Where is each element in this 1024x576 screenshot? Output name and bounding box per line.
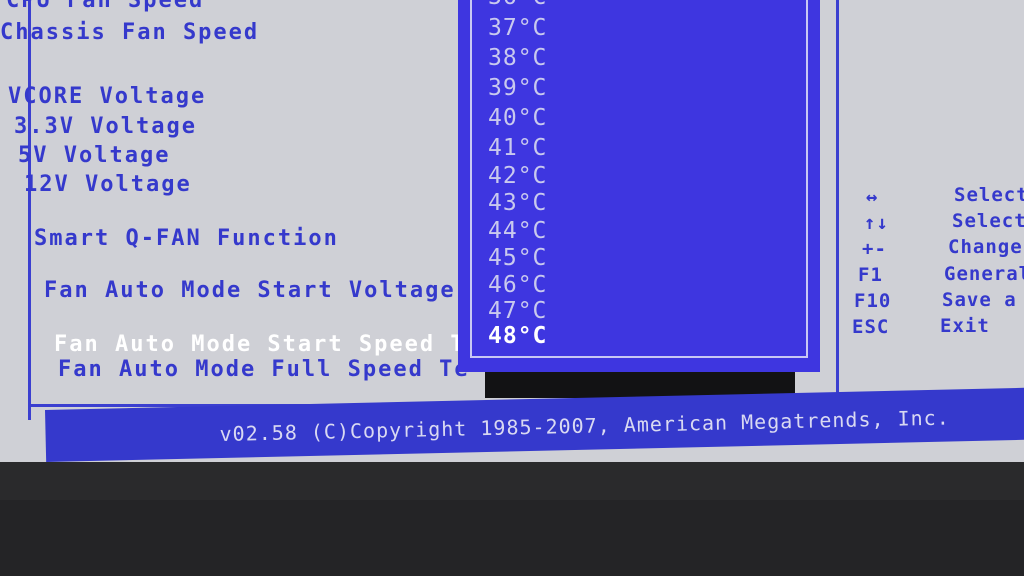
temp-option[interactable]: 46°C: [488, 272, 547, 298]
temp-option[interactable]: 42°C: [488, 163, 547, 189]
help-text-save: Save a: [942, 289, 1017, 311]
help-key-f1: F1: [858, 264, 883, 286]
help-text-change: Change: [948, 236, 1023, 258]
setting-chassis-fan-speed[interactable]: Chassis Fan Speed: [0, 20, 259, 45]
setting-cpu-fan-speed[interactable]: CPU Fan Speed: [6, 0, 204, 13]
bios-screen: CPU Fan Speed Chassis Fan Speed VCORE Vo…: [0, 0, 1024, 470]
help-text-exit: Exit: [940, 315, 990, 337]
help-text-general: General: [944, 263, 1024, 285]
temp-option[interactable]: 37°C: [488, 15, 547, 41]
copyright-footer: v02.58 (C)Copyright 1985-2007, American …: [45, 387, 1024, 462]
setting-fan-start-voltage[interactable]: Fan Auto Mode Start Voltage: [44, 278, 456, 303]
setting-vcore-voltage[interactable]: VCORE Voltage: [8, 84, 206, 109]
help-key-esc: ESC: [852, 316, 890, 338]
help-key-f10: F10: [854, 290, 892, 312]
help-key-left-right: ↔: [866, 186, 879, 208]
help-key-up-down: ↑↓: [864, 212, 889, 234]
help-text-select-screen: Select: [954, 184, 1024, 206]
help-key-plus-minus: +-: [862, 238, 887, 260]
setting-12v-voltage[interactable]: 12V Voltage: [24, 172, 192, 197]
temp-option[interactable]: 36°C: [488, 0, 547, 10]
setting-fan-start-speed-temp[interactable]: Fan Auto Mode Start Speed T: [54, 332, 466, 357]
temp-option[interactable]: 44°C: [488, 218, 547, 244]
temp-option[interactable]: 38°C: [488, 45, 547, 71]
temp-option[interactable]: 40°C: [488, 105, 547, 131]
setting-3v3-voltage[interactable]: 3.3V Voltage: [14, 114, 197, 139]
help-panel-divider: [836, 0, 839, 405]
setting-fan-full-speed-temp[interactable]: Fan Auto Mode Full Speed Te: [58, 357, 470, 382]
setting-5v-voltage[interactable]: 5V Voltage: [18, 143, 170, 168]
temp-option[interactable]: 47°C: [488, 298, 547, 324]
temp-option[interactable]: 39°C: [488, 75, 547, 101]
temp-option[interactable]: 45°C: [488, 245, 547, 271]
temp-option[interactable]: 43°C: [488, 190, 547, 216]
help-text-select-item: Select: [952, 210, 1024, 232]
frame-left-border: [28, 0, 31, 420]
setting-smart-qfan[interactable]: Smart Q-FAN Function: [34, 226, 339, 251]
copyright-text: v02.58 (C)Copyright 1985-2007, American …: [219, 405, 950, 447]
temp-option-selected[interactable]: 48°C: [488, 323, 547, 349]
desk-background: [0, 500, 1024, 576]
temp-option[interactable]: 41°C: [488, 135, 547, 161]
